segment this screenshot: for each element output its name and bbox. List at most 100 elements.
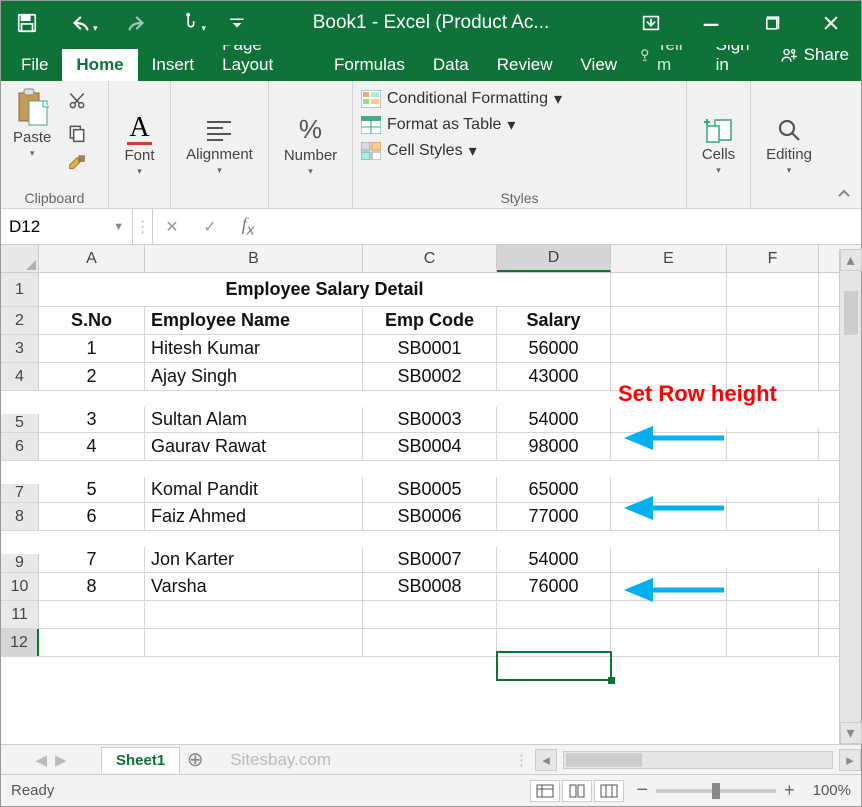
insert-function-icon[interactable]: fx (229, 209, 267, 244)
cell-F12[interactable] (727, 629, 819, 656)
cell-D11[interactable] (497, 601, 611, 628)
cell-F6[interactable] (727, 433, 819, 460)
zoom-out-icon[interactable]: − (636, 779, 648, 802)
cell-C9[interactable]: SB0007 (363, 547, 497, 572)
cell-D10[interactable]: 76000 (497, 573, 611, 600)
cell-B6[interactable]: Gaurav Rawat (145, 433, 363, 460)
cell-F3[interactable] (727, 335, 819, 362)
touch-dropdown-icon[interactable]: ▾ (202, 23, 207, 34)
cell-D9[interactable]: 54000 (497, 547, 611, 572)
cell-C4[interactable]: SB0002 (363, 363, 497, 390)
cell-E1[interactable] (611, 273, 727, 306)
cell-A11[interactable] (39, 601, 145, 628)
cell-E11[interactable] (611, 601, 727, 628)
cell-A2[interactable]: S.No (39, 307, 145, 334)
hscroll-right-icon[interactable]: ▸ (839, 749, 861, 771)
row-header-9[interactable]: 9 (1, 554, 39, 572)
cell-F10[interactable] (727, 573, 819, 600)
cell-C11[interactable] (363, 601, 497, 628)
cell-C7[interactable]: SB0005 (363, 477, 497, 502)
row-header-10[interactable]: 10 (1, 573, 39, 600)
cell-B11[interactable] (145, 601, 363, 628)
zoom-slider-track[interactable] (656, 789, 776, 793)
minimize-icon[interactable] (693, 5, 729, 41)
cell-E3[interactable] (611, 335, 727, 362)
cell-E9[interactable] (611, 568, 727, 572)
cell-D2[interactable]: Salary (497, 307, 611, 334)
hscroll-left-icon[interactable]: ◂ (535, 749, 557, 771)
collapse-ribbon-icon[interactable] (827, 81, 861, 208)
row-header-11[interactable]: 11 (1, 601, 39, 628)
copy-icon[interactable] (63, 121, 91, 145)
zoom-slider-thumb[interactable] (712, 783, 720, 799)
cell-A3[interactable]: 1 (39, 335, 145, 362)
cell-C12[interactable] (363, 629, 497, 656)
scroll-down-icon[interactable]: ▾ (840, 722, 862, 744)
customize-qat-icon[interactable] (228, 7, 246, 39)
cell-B10[interactable]: Varsha (145, 573, 363, 600)
cell-F2[interactable] (727, 307, 819, 334)
cell-title[interactable]: Employee Salary Detail (39, 273, 611, 306)
formula-input[interactable] (267, 209, 861, 244)
cell-C10[interactable]: SB0008 (363, 573, 497, 600)
column-header-D[interactable]: D (497, 245, 611, 272)
cell-C5[interactable]: SB0003 (363, 407, 497, 432)
cell-D3[interactable]: 56000 (497, 335, 611, 362)
cell-styles-button[interactable]: Cell Styles▾ (361, 141, 678, 161)
cell-A7[interactable]: 5 (39, 477, 145, 502)
format-painter-icon[interactable] (63, 153, 91, 177)
row-header-8[interactable]: 8 (1, 503, 39, 530)
restore-icon[interactable] (753, 5, 789, 41)
cell-F11[interactable] (727, 601, 819, 628)
cell-A12[interactable] (39, 629, 145, 656)
editing-group-button[interactable]: Editing ▾ (762, 114, 816, 178)
cell-F7[interactable] (727, 498, 819, 502)
cell-C6[interactable]: SB0004 (363, 433, 497, 460)
row-header-1[interactable]: 1 (1, 273, 39, 306)
column-header-A[interactable]: A (39, 245, 145, 272)
alignment-group-button[interactable]: Alignment ▾ (182, 114, 257, 178)
normal-view-icon[interactable] (530, 780, 560, 802)
cut-icon[interactable] (63, 89, 91, 113)
sheet-next-icon[interactable]: ▶ (55, 751, 67, 769)
close-icon[interactable] (813, 5, 849, 41)
cell-A5[interactable]: 3 (39, 407, 145, 432)
cell-A8[interactable]: 6 (39, 503, 145, 530)
format-as-table-button[interactable]: Format as Table▾ (361, 115, 678, 135)
row-header-7[interactable]: 7 (1, 484, 39, 502)
horizontal-scroll-thumb[interactable] (566, 753, 642, 767)
cell-E2[interactable] (611, 307, 727, 334)
row-header-6[interactable]: 6 (1, 433, 39, 460)
tab-review[interactable]: Review (483, 49, 567, 81)
vertical-scrollbar[interactable]: ▴ ▾ (839, 249, 861, 744)
tab-data[interactable]: Data (419, 49, 483, 81)
undo-dropdown-icon[interactable]: ▾ (93, 23, 98, 34)
cell-B2[interactable]: Employee Name (145, 307, 363, 334)
page-layout-view-icon[interactable] (562, 780, 592, 802)
row-header-12[interactable]: 12 (1, 629, 39, 656)
cancel-formula-icon[interactable]: ✕ (153, 209, 191, 244)
add-sheet-icon[interactable]: ⊕ (180, 747, 210, 772)
font-group-button[interactable]: A Font ▾ (120, 112, 158, 179)
column-header-F[interactable]: F (727, 245, 819, 272)
cell-D7[interactable]: 65000 (497, 477, 611, 502)
conditional-formatting-button[interactable]: Conditional Formatting▾ (361, 89, 678, 109)
cell-F1[interactable] (727, 273, 819, 306)
row-header-4[interactable]: 4 (1, 363, 39, 390)
tab-home[interactable]: Home (62, 49, 137, 81)
horizontal-scrollbar[interactable] (563, 751, 833, 769)
cell-A10[interactable]: 8 (39, 573, 145, 600)
name-box[interactable]: D12 ▼ (1, 209, 133, 244)
cell-F9[interactable] (727, 568, 819, 572)
tab-formulas[interactable]: Formulas (320, 49, 419, 81)
cell-B8[interactable]: Faiz Ahmed (145, 503, 363, 530)
cell-C2[interactable]: Emp Code (363, 307, 497, 334)
cell-A9[interactable]: 7 (39, 547, 145, 572)
share-button[interactable]: Share (804, 45, 849, 65)
row-header-2[interactable]: 2 (1, 307, 39, 334)
cell-D8[interactable]: 77000 (497, 503, 611, 530)
cell-B7[interactable]: Komal Pandit (145, 477, 363, 502)
cell-D4[interactable]: 43000 (497, 363, 611, 390)
redo-icon[interactable] (120, 7, 152, 39)
cells-group-button[interactable]: Cells ▾ (698, 114, 739, 178)
